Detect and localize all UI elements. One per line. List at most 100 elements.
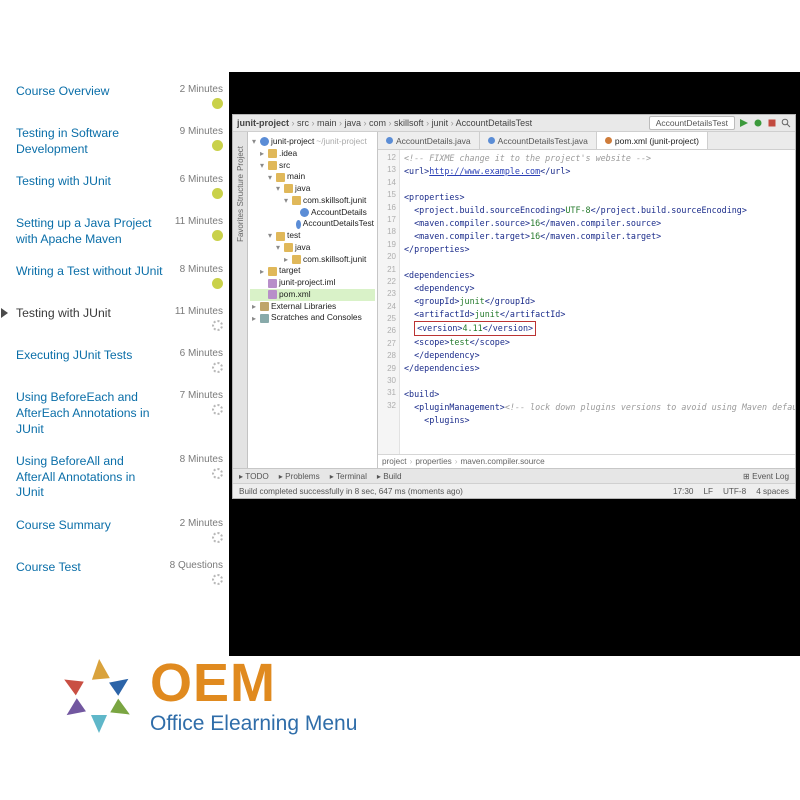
file-icon [488, 137, 495, 144]
course-item-title: Testing in Software Development [16, 126, 165, 157]
editor-tabbar: AccountDetails.javaAccountDetailsTest.ja… [378, 132, 795, 150]
gutter-tab[interactable]: Project [236, 146, 245, 171]
tree-node[interactable]: ▸External Libraries [250, 301, 375, 313]
bottom-tab[interactable]: ▸ Terminal [330, 471, 367, 481]
course-item[interactable]: Testing in Software Development 9 Minute… [14, 118, 225, 166]
course-item[interactable]: Setting up a Java Project with Apache Ma… [14, 208, 225, 256]
breadcrumb-path[interactable]: junit-project › src › main › java › com … [237, 118, 532, 128]
tree-node[interactable]: ▾main [250, 171, 375, 183]
course-item-title: Using BeforeAll and AfterAll Annotations… [16, 454, 165, 501]
status-dot-icon [212, 362, 223, 373]
tree-node[interactable]: AccountDetails [250, 207, 375, 219]
project-tree[interactable]: ▾junit-project ~/junit-project▸.idea▾src… [248, 132, 378, 468]
tree-node[interactable]: ▸com.skillsoft.junit [250, 254, 375, 266]
editor-area: AccountDetails.javaAccountDetailsTest.ja… [378, 132, 795, 468]
editor-tab[interactable]: pom.xml (junit-project) [597, 132, 708, 149]
course-item-title: Writing a Test without JUnit [16, 264, 163, 280]
course-item[interactable]: Using BeforeEach and AfterEach Annotatio… [14, 382, 225, 446]
ide-status-bar: Build completed successfully in 8 sec, 6… [233, 483, 795, 498]
tree-node[interactable]: ▾src [250, 160, 375, 172]
tree-node[interactable]: ▾junit-project ~/junit-project [250, 136, 375, 148]
line-numbers: 1213141516171819202122232425262728293031… [378, 150, 400, 454]
course-item[interactable]: Executing JUnit Tests 6 Minutes [14, 340, 225, 382]
tree-node[interactable]: ▾java [250, 183, 375, 195]
course-item-title: Course Overview [16, 84, 109, 100]
left-gutter: Project Structure Favorites [233, 132, 248, 468]
course-item[interactable]: Course Summary 2 Minutes [14, 510, 225, 552]
tree-node[interactable]: ▸.idea [250, 148, 375, 160]
tree-node[interactable]: junit-project.iml [250, 277, 375, 289]
course-item-duration: 6 Minutes [180, 174, 223, 185]
gutter-tab[interactable]: Favorites [236, 209, 245, 242]
brand-name: OEM [150, 656, 357, 710]
status-dot-icon [212, 188, 223, 199]
editor-tab[interactable]: AccountDetailsTest.java [480, 132, 597, 149]
course-item[interactable]: Testing with JUnit 11 Minutes [14, 298, 225, 340]
stop-icon[interactable] [767, 118, 777, 128]
search-icon[interactable] [781, 118, 791, 128]
fold-icon [276, 173, 285, 182]
status-dot-icon [212, 532, 223, 543]
fold-icon [268, 267, 277, 276]
course-item[interactable]: Course Overview 2 Minutes [14, 76, 225, 118]
course-item-duration: 8 Minutes [180, 264, 223, 275]
tree-node[interactable]: ▾java [250, 242, 375, 254]
course-item-title: Setting up a Java Project with Apache Ma… [16, 216, 165, 247]
course-item-duration: 7 Minutes [180, 390, 223, 401]
course-item-duration: 8 Minutes [180, 454, 223, 465]
status-dot-icon [212, 140, 223, 151]
status-field: 17:30 [673, 487, 694, 496]
course-item-duration: 11 Minutes [175, 216, 223, 227]
status-dot-icon [212, 574, 223, 585]
xml-icon [268, 279, 277, 288]
event-log-button[interactable]: ⊞ Event Log [743, 471, 789, 481]
brand-logo-icon [58, 657, 136, 735]
gutter-tab[interactable]: Structure [236, 174, 245, 206]
brand-block: OEM Office Elearning Menu [58, 656, 357, 736]
course-item[interactable]: Course Test 8 Questions [14, 552, 225, 594]
course-item[interactable]: Using BeforeAll and AfterAll Annotations… [14, 446, 225, 510]
tree-node[interactable]: AccountDetailsTest [250, 218, 375, 230]
course-item-title: Using BeforeEach and AfterEach Annotatio… [16, 390, 165, 437]
tree-node[interactable]: ▾test [250, 230, 375, 242]
status-field: UTF-8 [723, 487, 746, 496]
bottom-tab[interactable]: ▸ TODO [239, 471, 269, 481]
video-pane: junit-project › src › main › java › com … [229, 72, 800, 656]
course-item-duration: 11 Minutes [175, 306, 223, 317]
status-field: LF [703, 487, 713, 496]
brand-subtitle: Office Elearning Menu [150, 712, 357, 736]
tree-node[interactable]: ▸Scratches and Consoles [250, 312, 375, 324]
tree-node[interactable]: ▾com.skillsoft.junit [250, 195, 375, 207]
ide-breadcrumb-bar: junit-project › src › main › java › com … [233, 115, 795, 132]
course-item-duration: 9 Minutes [180, 126, 223, 137]
mod-icon [260, 137, 269, 146]
xml-icon [268, 290, 277, 299]
top-whitespace [0, 0, 800, 72]
debug-icon[interactable] [753, 118, 763, 128]
tree-node[interactable]: ▸target [250, 265, 375, 277]
course-item-title: Executing JUnit Tests [16, 348, 132, 364]
ide-window: junit-project › src › main › java › com … [232, 114, 796, 499]
editor-tab[interactable]: AccountDetails.java [378, 132, 480, 149]
status-dot-icon [212, 468, 223, 479]
run-config-select[interactable]: AccountDetailsTest [649, 116, 735, 130]
run-icon[interactable] [739, 118, 749, 128]
course-item-duration: 8 Questions [170, 560, 223, 571]
fold-icon [268, 149, 277, 158]
course-item-duration: 2 Minutes [180, 84, 223, 95]
code-editor[interactable]: <!-- FIXME change it to the project's we… [400, 150, 795, 454]
tree-node[interactable]: pom.xml [250, 289, 375, 301]
java-icon [296, 220, 301, 229]
status-dot-icon [212, 278, 223, 289]
fold-icon [292, 196, 301, 205]
course-item-title: Course Test [16, 560, 81, 576]
fold-icon [284, 184, 293, 193]
course-item[interactable]: Writing a Test without JUnit 8 Minutes [14, 256, 225, 298]
build-status-text: Build completed successfully in 8 sec, 6… [239, 487, 463, 496]
course-item-duration: 6 Minutes [180, 348, 223, 359]
bottom-tab[interactable]: ▸ Problems [279, 471, 320, 481]
course-item[interactable]: Testing with JUnit 6 Minutes [14, 166, 225, 208]
course-sidebar: Course Overview 2 Minutes Testing in Sof… [0, 72, 229, 656]
bottom-tab[interactable]: ▸ Build [377, 471, 402, 481]
editor-breadcrumb[interactable]: project › properties › maven.compiler.so… [378, 454, 795, 468]
